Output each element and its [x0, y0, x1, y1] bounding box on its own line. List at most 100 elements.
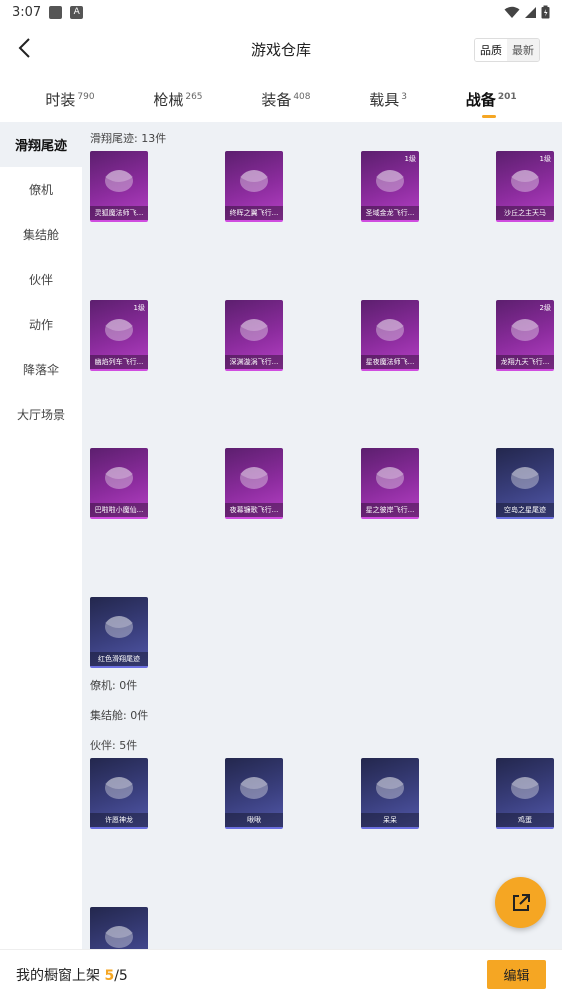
item-name: 圣域金龙飞行... — [361, 206, 419, 220]
sidebar: 滑翔尾迹 僚机 集结舱 伙伴 动作 降落伞 大厅场景 — [0, 122, 82, 949]
item-name: 深渊漩涡飞行... — [225, 355, 283, 369]
sort-by-newest[interactable]: 最新 — [507, 39, 539, 61]
glide-item-card[interactable]: 星之彼岸飞行... — [361, 448, 419, 519]
item-level-badge: 1级 — [404, 155, 416, 163]
wifi-icon — [504, 6, 520, 18]
item-artwork-icon — [105, 467, 133, 489]
tab-combat-gear[interactable]: 战备 201 — [465, 89, 517, 118]
tab-count: 3 — [401, 91, 408, 102]
status-time: 3:07 — [12, 4, 42, 20]
item-artwork-icon — [376, 777, 404, 799]
partner-item-card[interactable]: 啾啾 — [225, 758, 283, 829]
glide-item-card[interactable]: 灵狐魔法师飞... — [90, 151, 148, 222]
sidebar-item-rally-pod[interactable]: 集结舱 — [0, 212, 82, 257]
sidebar-item-wingman[interactable]: 僚机 — [0, 167, 82, 212]
item-name: 龙翔九天飞行... — [496, 355, 554, 369]
glide-item-card[interactable]: 1级圣域金龙飞行... — [361, 151, 419, 222]
item-name: 巴啦啦小魔仙... — [90, 503, 148, 517]
item-artwork-icon — [105, 616, 133, 638]
tab-label: 时装 — [45, 90, 76, 109]
item-artwork-icon — [511, 467, 539, 489]
item-artwork-icon — [376, 170, 404, 192]
glide-item-card[interactable]: 2级龙翔九天飞行... — [496, 300, 554, 371]
item-artwork-icon — [105, 926, 133, 948]
glide-item-card[interactable]: 星夜魔法师飞... — [361, 300, 419, 371]
item-name: 红色滑翔尾迹 — [90, 652, 148, 666]
item-artwork-icon — [105, 777, 133, 799]
showcase-current-count: 5 — [104, 967, 115, 984]
item-name: 许愿神龙 — [90, 813, 148, 827]
sidebar-item-lobby-scene[interactable]: 大厅场景 — [0, 392, 82, 437]
item-name: 星夜魔法师飞... — [361, 355, 419, 369]
item-artwork-icon — [511, 777, 539, 799]
battery-icon — [541, 5, 550, 19]
glide-item-card[interactable]: 空岛之星尾迹 — [496, 448, 554, 519]
edit-button[interactable]: 编辑 — [487, 960, 546, 989]
item-name: 幽焰列车飞行... — [90, 355, 148, 369]
item-name: 夜幕镰歌飞行... — [225, 503, 283, 517]
tab-count: 408 — [293, 91, 311, 102]
sort-toggle: 品质 最新 — [474, 38, 540, 62]
item-artwork-icon — [240, 319, 268, 341]
tab-weapons[interactable]: 枪械 265 — [153, 89, 202, 110]
glide-item-card[interactable]: 夜幕镰歌飞行... — [225, 448, 283, 519]
item-level-badge: 1级 — [133, 304, 145, 312]
item-name: 沙丘之主天马 — [496, 206, 554, 220]
item-name: 空岛之星尾迹 — [496, 503, 554, 517]
tab-count: 201 — [497, 91, 517, 102]
section-label-wingman: 僚机: 0件 — [90, 679, 138, 692]
inventory-content: 滑翔尾迹: 13件 僚机: 0件 集结舱: 0件 伙伴: 5件 灵狐魔法师飞..… — [82, 122, 562, 949]
partner-item-card[interactable] — [90, 907, 148, 949]
item-name: 鸡蛋 — [496, 813, 554, 827]
item-name: 终晖之翼飞行... — [225, 206, 283, 220]
sort-by-quality[interactable]: 品质 — [475, 39, 507, 61]
partner-item-card[interactable]: 鸡蛋 — [496, 758, 554, 829]
item-artwork-icon — [105, 170, 133, 192]
notification-square-icon — [49, 5, 63, 19]
item-artwork-icon — [105, 319, 133, 341]
sidebar-item-parachute[interactable]: 降落伞 — [0, 347, 82, 392]
share-fab[interactable] — [495, 877, 546, 928]
signal-icon — [525, 6, 536, 18]
section-label-rally-pod: 集结舱: 0件 — [90, 709, 149, 722]
showcase-status: 我的橱窗上架 5/5 — [16, 965, 128, 985]
glide-item-card[interactable]: 1级沙丘之主天马 — [496, 151, 554, 222]
tab-label: 枪械 — [153, 90, 184, 109]
item-artwork-icon — [376, 467, 404, 489]
item-level-badge: 2级 — [539, 304, 551, 312]
item-artwork-icon — [376, 319, 404, 341]
tab-vehicles[interactable]: 载具 3 — [369, 89, 407, 110]
sidebar-item-partner[interactable]: 伙伴 — [0, 257, 82, 302]
item-name: 呆呆 — [361, 813, 419, 827]
sidebar-item-emote[interactable]: 动作 — [0, 302, 82, 347]
section-label-glide-trail: 滑翔尾迹: 13件 — [90, 132, 167, 145]
showcase-total-count: 5 — [118, 967, 128, 984]
partner-item-card[interactable]: 许愿神龙 — [90, 758, 148, 829]
tab-label: 战备 — [465, 90, 496, 109]
status-icons — [504, 5, 550, 19]
item-name: 星之彼岸飞行... — [361, 503, 419, 517]
glide-item-card[interactable]: 深渊漩涡飞行... — [225, 300, 283, 371]
item-artwork-icon — [240, 170, 268, 192]
tab-fashion[interactable]: 时装 790 — [45, 89, 94, 110]
a-badge-icon: A — [70, 5, 84, 19]
glide-item-card[interactable]: 红色滑翔尾迹 — [90, 597, 148, 668]
section-label-partner: 伙伴: 5件 — [90, 739, 138, 752]
item-name: 灵狐魔法师飞... — [90, 206, 148, 220]
status-bar: 3:07 A — [0, 0, 562, 24]
tab-equipment[interactable]: 装备 408 — [261, 89, 310, 110]
sidebar-item-glide-trail[interactable]: 滑翔尾迹 — [0, 122, 82, 167]
tab-label: 装备 — [261, 90, 292, 109]
glide-item-card[interactable]: 1级幽焰列车飞行... — [90, 300, 148, 371]
tab-count: 790 — [77, 91, 95, 102]
partner-item-card[interactable]: 呆呆 — [361, 758, 419, 829]
item-level-badge: 1级 — [539, 155, 551, 163]
glide-item-card[interactable]: 巴啦啦小魔仙... — [90, 448, 148, 519]
item-artwork-icon — [240, 467, 268, 489]
page-header: 游戏仓库 品质 最新 — [0, 28, 562, 70]
glide-item-card[interactable]: 终晖之翼飞行... — [225, 151, 283, 222]
share-external-icon — [512, 893, 530, 911]
item-name: 啾啾 — [225, 813, 283, 827]
page-title: 游戏仓库 — [250, 40, 311, 59]
back-arrow-icon[interactable] — [14, 36, 38, 60]
